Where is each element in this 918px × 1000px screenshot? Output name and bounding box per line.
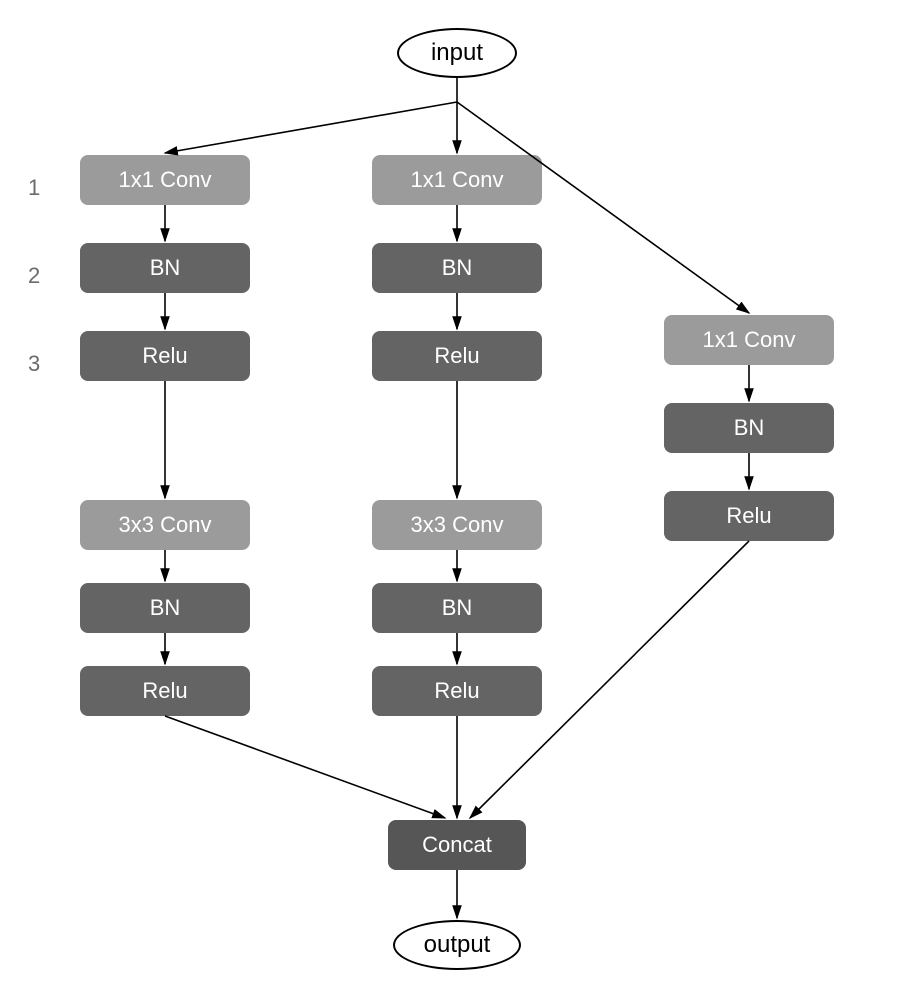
b2-bn1: BN [372, 243, 542, 293]
input-node: input [397, 28, 517, 78]
concat-node: Concat [388, 820, 526, 870]
row-label-2: 2 [28, 263, 40, 289]
row-label-1: 1 [28, 175, 40, 201]
b2-bn2: BN [372, 583, 542, 633]
b1-bn1: BN [80, 243, 250, 293]
concat-label: Concat [422, 832, 492, 858]
output-node: output [393, 920, 521, 970]
b2-relu1: Relu [372, 331, 542, 381]
b3-bn1: BN [664, 403, 834, 453]
b1-conv2-label: 3x3 Conv [119, 512, 212, 538]
b2-relu1-label: Relu [434, 343, 479, 369]
b1-bn2: BN [80, 583, 250, 633]
b2-relu2-label: Relu [434, 678, 479, 704]
b1-relu2: Relu [80, 666, 250, 716]
row-label-3: 3 [28, 351, 40, 377]
b2-conv2-label: 3x3 Conv [411, 512, 504, 538]
b1-conv1: 1x1 Conv [80, 155, 250, 205]
b1-relu1: Relu [80, 331, 250, 381]
b1-relu1-label: Relu [142, 343, 187, 369]
b2-relu2: Relu [372, 666, 542, 716]
output-label: output [424, 931, 491, 959]
b1-conv2: 3x3 Conv [80, 500, 250, 550]
b2-bn1-label: BN [442, 255, 473, 281]
b2-conv1: 1x1 Conv [372, 155, 542, 205]
b1-relu2-label: Relu [142, 678, 187, 704]
b2-bn2-label: BN [442, 595, 473, 621]
b3-relu1-label: Relu [726, 503, 771, 529]
b3-bn1-label: BN [734, 415, 765, 441]
input-label: input [431, 39, 483, 67]
b2-conv1-label: 1x1 Conv [411, 167, 504, 193]
b3-conv1-label: 1x1 Conv [703, 327, 796, 353]
b1-bn2-label: BN [150, 595, 181, 621]
b3-conv1: 1x1 Conv [664, 315, 834, 365]
b1-bn1-label: BN [150, 255, 181, 281]
b3-relu1: Relu [664, 491, 834, 541]
b1-conv1-label: 1x1 Conv [119, 167, 212, 193]
b2-conv2: 3x3 Conv [372, 500, 542, 550]
